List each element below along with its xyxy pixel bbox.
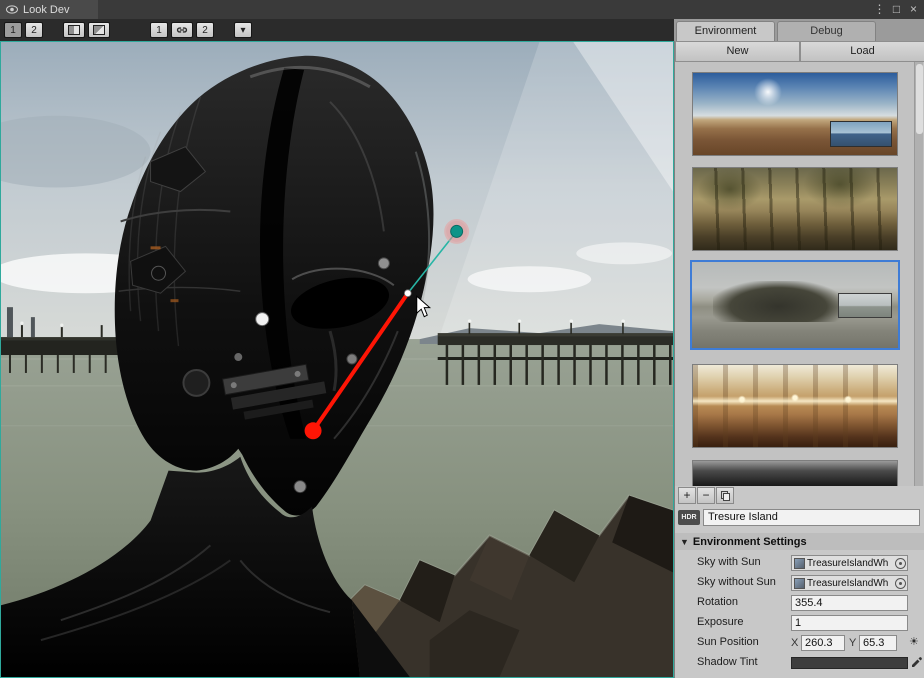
maximize-icon[interactable]: □ — [888, 0, 905, 19]
sun-position-label: Sun Position — [697, 636, 759, 648]
thumbnail-scrollbar[interactable] — [914, 62, 923, 486]
rotation-row: Rotation 355.4 — [675, 593, 924, 613]
new-environment-button[interactable]: New — [675, 41, 800, 62]
close-icon[interactable]: × — [905, 0, 922, 19]
remove-environment-button[interactable]: − — [697, 487, 715, 504]
hdri-thumbnail-sunny-sky[interactable] — [692, 72, 898, 156]
split-view-button[interactable] — [88, 22, 110, 38]
hdri-thumbnail-dark[interactable] — [692, 460, 898, 486]
single-view-1-button[interactable]: 1 — [4, 22, 22, 38]
hdri-thumbnail-ballroom[interactable] — [692, 364, 898, 448]
gizmo-shadow-handle[interactable] — [305, 422, 322, 439]
thumbnail-sun-glare — [754, 78, 782, 106]
duplicate-environment-button[interactable] — [716, 487, 734, 504]
hdr-badge-icon: HDR — [678, 510, 700, 525]
sun-position-row: Sun Position X 260.3 Y 65.3 ☀ — [675, 633, 924, 653]
library-toolbar: New Load — [675, 41, 924, 62]
environment-2-button[interactable]: 2 — [196, 22, 214, 38]
sun-x-label: X — [791, 637, 798, 649]
gizmo-sun-handle[interactable] — [451, 225, 463, 237]
lookdev-eye-icon — [6, 5, 18, 14]
object-picker-icon[interactable] — [893, 576, 907, 590]
hdri-thumbnail-list — [675, 62, 924, 486]
view-options-dropdown[interactable]: ▾ — [234, 22, 252, 38]
single-view-2-button[interactable]: 2 — [25, 22, 43, 38]
titlebar: Look Dev ⋮ □ × — [0, 0, 924, 19]
environment-settings-header[interactable]: ▼ Environment Settings — [675, 533, 924, 550]
sky-with-sun-value: TreasureIslandWh — [807, 558, 893, 569]
environment-panel: New Load + − HDR Tresure Island ▼ Enviro… — [674, 41, 924, 678]
link-environments-button[interactable] — [171, 22, 193, 38]
library-actions: + − — [675, 486, 924, 506]
sky-with-sun-object-field[interactable]: TreasureIslandWh — [791, 555, 908, 571]
thumbnail-island-mound — [713, 281, 845, 322]
rotation-label: Rotation — [697, 596, 738, 608]
sun-y-label: Y — [849, 637, 856, 649]
sky-without-sun-object-field[interactable]: TreasureIslandWh — [791, 575, 908, 591]
cubemap-icon — [794, 558, 805, 569]
sky-with-sun-label: Sky with Sun — [697, 556, 761, 568]
foldout-icon[interactable]: ▼ — [680, 537, 689, 547]
sky-without-sun-row: Sky without Sun TreasureIslandWh — [675, 573, 924, 593]
lookdev-render-view[interactable] — [0, 41, 674, 678]
sky-with-sun-row: Sky with Sun TreasureIslandWh — [675, 553, 924, 573]
hdri-thumbnail-forest[interactable] — [692, 167, 898, 251]
eyedropper-icon[interactable] — [911, 656, 923, 671]
thumbnail-inset-preview — [830, 121, 892, 147]
side-by-side-view-button[interactable] — [63, 22, 85, 38]
window-controls: ⋮ □ × — [871, 0, 922, 19]
environment-name-field[interactable]: Tresure Island — [703, 509, 920, 526]
thumbnail-inset-preview — [838, 293, 892, 318]
render-scene — [1, 42, 673, 677]
sun-x-field[interactable]: 260.3 — [801, 635, 845, 651]
load-environment-button[interactable]: Load — [800, 41, 924, 62]
sky-without-sun-value: TreasureIslandWh — [807, 578, 893, 589]
window-menu-icon[interactable]: ⋮ — [871, 0, 888, 19]
tab-debug[interactable]: Debug — [777, 21, 876, 41]
rotation-field[interactable]: 355.4 — [791, 595, 908, 611]
shadow-tint-label: Shadow Tint — [697, 656, 758, 668]
object-picker-icon[interactable] — [893, 556, 907, 570]
exposure-row: Exposure 1 — [675, 613, 924, 633]
sun-icon[interactable]: ☀ — [909, 635, 919, 648]
split-vertical-icon — [68, 25, 80, 35]
shadow-tint-row: Shadow Tint — [675, 653, 924, 673]
hdri-thumbnail-treasure-island[interactable] — [690, 260, 900, 350]
exposure-label: Exposure — [697, 616, 743, 628]
window-title: Look Dev — [23, 4, 69, 16]
shadow-tint-color-field[interactable] — [791, 657, 908, 669]
cubemap-icon — [794, 578, 805, 589]
hdr-name-row: HDR Tresure Island — [675, 509, 924, 527]
lookdev-toolbar: 1 2 1 2 ▾ — [0, 19, 674, 41]
scrollbar-thumb[interactable] — [916, 64, 923, 134]
sky-without-sun-label: Sky without Sun — [697, 576, 776, 588]
environment-1-button[interactable]: 1 — [150, 22, 168, 38]
link-icon — [176, 26, 188, 34]
settings-header-label: Environment Settings — [693, 536, 807, 548]
duplicate-icon — [717, 488, 733, 503]
tab-environment[interactable]: Environment — [676, 21, 775, 41]
window-tab[interactable]: Look Dev — [0, 0, 98, 19]
sun-y-field[interactable]: 65.3 — [859, 635, 897, 651]
exposure-field[interactable]: 1 — [791, 615, 908, 631]
panel-tab-bar: Environment Debug — [674, 19, 924, 41]
split-diagonal-icon — [93, 25, 105, 35]
add-environment-button[interactable]: + — [678, 487, 696, 504]
